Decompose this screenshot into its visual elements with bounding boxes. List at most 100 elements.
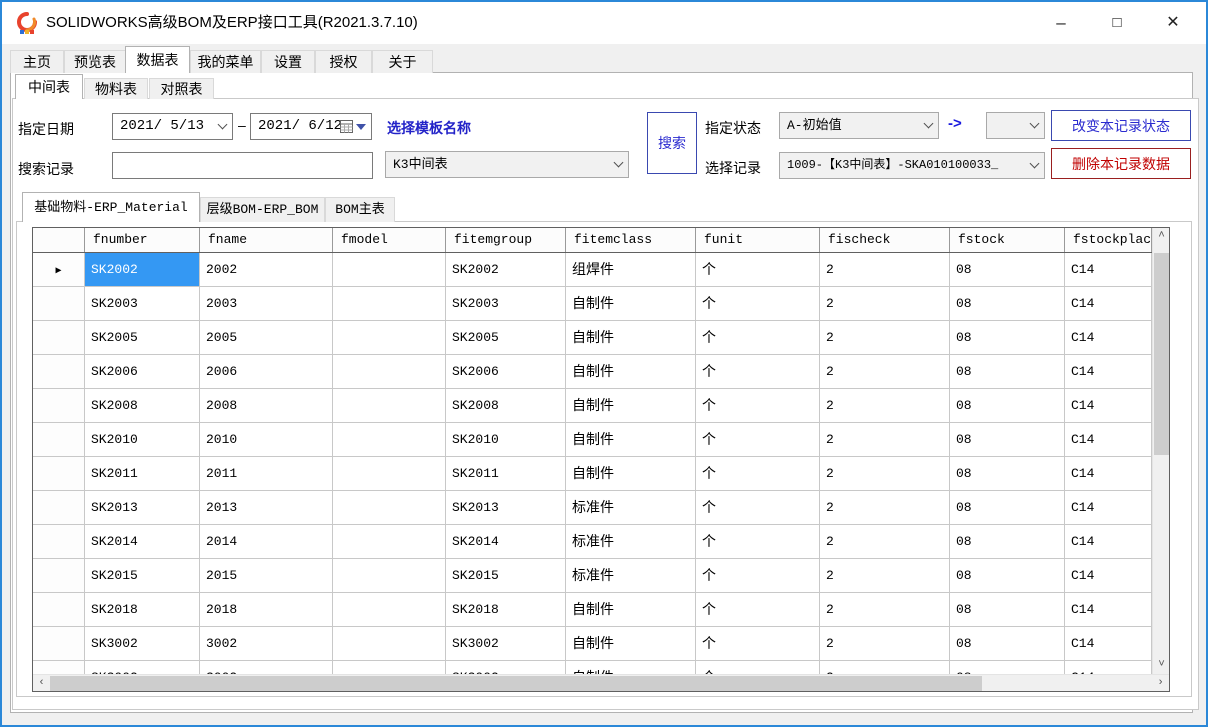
- search-button[interactable]: 搜索: [647, 112, 697, 174]
- horizontal-scrollbar-thumb[interactable]: [50, 676, 982, 691]
- grid-cell[interactable]: [333, 389, 446, 423]
- grid-cell[interactable]: 个: [696, 661, 820, 674]
- tab-my-menu[interactable]: 我的菜单: [190, 50, 261, 73]
- grid-cell[interactable]: 2005: [200, 321, 333, 355]
- grid-cell[interactable]: 2: [820, 491, 950, 525]
- column-header-fitemgroup[interactable]: fitemgroup: [446, 228, 566, 252]
- grid-cell[interactable]: 08: [950, 491, 1065, 525]
- grid-corner-header[interactable]: [33, 228, 85, 252]
- grid-cell[interactable]: 3002: [200, 627, 333, 661]
- grid-cell[interactable]: SK3002: [85, 627, 200, 661]
- row-selector[interactable]: [33, 457, 85, 491]
- grid-cell[interactable]: 2015: [200, 559, 333, 593]
- tab-settings[interactable]: 设置: [261, 50, 315, 73]
- tab-datatable[interactable]: 数据表: [125, 46, 190, 73]
- grid-cell[interactable]: 08: [950, 389, 1065, 423]
- tab-erp-material[interactable]: 基础物料-ERP_Material: [22, 192, 200, 222]
- grid-cell[interactable]: 个: [696, 491, 820, 525]
- row-selector[interactable]: [33, 423, 85, 457]
- grid-cell[interactable]: 2011: [200, 457, 333, 491]
- grid-cell[interactable]: SK2018: [446, 593, 566, 627]
- tab-about[interactable]: 关于: [372, 50, 433, 73]
- grid-cell[interactable]: SK2008: [85, 389, 200, 423]
- grid-cell[interactable]: SK2003: [446, 287, 566, 321]
- grid-cell[interactable]: 自制件: [566, 627, 696, 661]
- grid-cell[interactable]: SK2003: [85, 287, 200, 321]
- tab-home[interactable]: 主页: [10, 50, 64, 73]
- grid-cell[interactable]: 2003: [200, 287, 333, 321]
- status-select[interactable]: A-初始值: [779, 112, 939, 139]
- date-from-picker[interactable]: 2021/ 5/13: [112, 113, 233, 140]
- row-selector[interactable]: [33, 355, 85, 389]
- grid-cell[interactable]: 2: [820, 423, 950, 457]
- grid-cell[interactable]: SK2015: [446, 559, 566, 593]
- grid-cell[interactable]: [333, 287, 446, 321]
- row-selector[interactable]: ▶: [33, 253, 85, 287]
- grid-cell[interactable]: 组焊件: [566, 253, 696, 287]
- row-selector[interactable]: [33, 559, 85, 593]
- tab-erp-bom[interactable]: 层级BOM-ERP_BOM: [200, 197, 325, 222]
- grid-cell[interactable]: SK2015: [85, 559, 200, 593]
- grid-cell[interactable]: SK2010: [446, 423, 566, 457]
- grid-cell[interactable]: 个: [696, 457, 820, 491]
- grid-cell[interactable]: [333, 525, 446, 559]
- grid-cell[interactable]: [333, 661, 446, 674]
- row-selector[interactable]: [33, 593, 85, 627]
- grid-cell[interactable]: C14: [1065, 287, 1152, 321]
- grid-cell[interactable]: 个: [696, 321, 820, 355]
- grid-cell[interactable]: [333, 321, 446, 355]
- tab-material-table[interactable]: 物料表: [84, 78, 148, 99]
- grid-cell[interactable]: [333, 559, 446, 593]
- grid-cell[interactable]: SK2005: [446, 321, 566, 355]
- tab-mapping-table[interactable]: 对照表: [149, 78, 214, 99]
- vertical-scrollbar-thumb[interactable]: [1154, 253, 1169, 455]
- grid-cell[interactable]: SK2014: [446, 525, 566, 559]
- grid-cell[interactable]: 2014: [200, 525, 333, 559]
- grid-cell[interactable]: C14: [1065, 423, 1152, 457]
- grid-cell[interactable]: C14: [1065, 661, 1152, 674]
- grid-cell[interactable]: 08: [950, 525, 1065, 559]
- grid-cell[interactable]: 个: [696, 593, 820, 627]
- minimize-button[interactable]: –: [1033, 2, 1089, 43]
- grid-cell[interactable]: 08: [950, 253, 1065, 287]
- scroll-left-icon[interactable]: ‹: [33, 675, 50, 692]
- grid-cell[interactable]: SK2006: [85, 355, 200, 389]
- grid-cell[interactable]: 2: [820, 253, 950, 287]
- tab-license[interactable]: 授权: [315, 50, 372, 73]
- grid-cell[interactable]: C14: [1065, 491, 1152, 525]
- grid-cell[interactable]: 2: [820, 627, 950, 661]
- grid-cell[interactable]: SK2005: [85, 321, 200, 355]
- row-selector[interactable]: [33, 389, 85, 423]
- vertical-scrollbar[interactable]: ˄ ˅: [1152, 228, 1169, 674]
- record-select[interactable]: 1009-【K3中间表】-SKA010100033_: [779, 152, 1045, 179]
- grid-cell[interactable]: SK2014: [85, 525, 200, 559]
- grid-cell[interactable]: C14: [1065, 525, 1152, 559]
- change-status-button[interactable]: 改变本记录状态: [1051, 110, 1191, 141]
- grid-cell[interactable]: 08: [950, 423, 1065, 457]
- grid-cell[interactable]: C14: [1065, 253, 1152, 287]
- grid-cell[interactable]: 个: [696, 253, 820, 287]
- row-selector[interactable]: [33, 627, 85, 661]
- grid-cell[interactable]: SK2011: [446, 457, 566, 491]
- row-selector[interactable]: [33, 287, 85, 321]
- grid-cell[interactable]: 2: [820, 661, 950, 674]
- date-to-picker[interactable]: 2021/ 6/12: [250, 113, 372, 140]
- grid-cell[interactable]: 2010: [200, 423, 333, 457]
- grid-cell[interactable]: 自制件: [566, 355, 696, 389]
- scroll-up-icon[interactable]: ˄: [1153, 228, 1170, 245]
- grid-cell[interactable]: [333, 491, 446, 525]
- grid-cell[interactable]: SK2002: [85, 253, 200, 287]
- grid-cell[interactable]: C14: [1065, 355, 1152, 389]
- grid-cell[interactable]: 2: [820, 287, 950, 321]
- grid-cell[interactable]: 3002c: [200, 661, 333, 674]
- grid-cell[interactable]: [333, 593, 446, 627]
- grid-cell[interactable]: [333, 627, 446, 661]
- column-header-fitemclass[interactable]: fitemclass: [566, 228, 696, 252]
- grid-cell[interactable]: 08: [950, 355, 1065, 389]
- grid-cell[interactable]: SK3002c: [446, 661, 566, 674]
- grid-cell[interactable]: 标准件: [566, 525, 696, 559]
- grid-cell[interactable]: 个: [696, 287, 820, 321]
- grid-cell[interactable]: 2013: [200, 491, 333, 525]
- grid-cell[interactable]: SK2018: [85, 593, 200, 627]
- column-header-fstock[interactable]: fstock: [950, 228, 1065, 252]
